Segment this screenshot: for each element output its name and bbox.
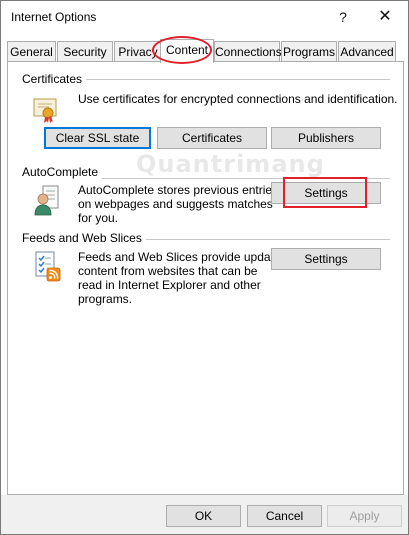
tab-content[interactable]: Content [160,39,214,63]
autocomplete-heading: AutoComplete [22,165,103,179]
tab-advanced[interactable]: Advanced [338,41,396,61]
feeds-settings-button[interactable]: Settings [271,248,381,270]
content-panel: Certificates Use certificates for encryp… [7,61,404,495]
help-button[interactable]: ? [323,1,363,33]
feeds-divider [134,239,390,240]
close-button[interactable]: ✕ [365,1,405,33]
watermark: Quantrimang [136,150,325,178]
certificates-heading: Certificates [22,72,87,86]
tab-general[interactable]: General [7,41,56,61]
certificates-divider [82,79,390,80]
dialog-footer: OK Cancel Apply [1,495,408,534]
autocomplete-description-line2: on webpages and suggests matches [78,197,273,211]
tab-connections[interactable]: Connections [214,41,282,61]
feeds-heading: Feeds and Web Slices [22,231,146,245]
certificates-description: Use certificates for encrypted connectio… [78,92,398,106]
tab-strip: General Security Privacy Content Connect… [7,39,403,63]
apply-button[interactable]: Apply [327,505,402,527]
feeds-description-line1: Feeds and Web Slices provide updated [78,250,288,264]
autocomplete-description-line1: AutoComplete stores previous entries [78,183,279,197]
certificate-icon [33,98,57,123]
feeds-description-line2: content from websites that can be [78,264,258,278]
internet-options-dialog: Internet Options ? ✕ General Security Pr… [0,0,409,535]
clear-ssl-state-button[interactable]: Clear SSL state [44,127,151,149]
cancel-button[interactable]: Cancel [247,505,322,527]
autocomplete-description-line3: for you. [78,211,119,225]
rss-feed-icon [35,251,61,282]
feeds-description-line4: programs. [78,292,133,306]
user-form-icon [34,185,59,216]
publishers-button[interactable]: Publishers [271,127,381,149]
ok-button[interactable]: OK [166,505,241,527]
title-bar: Internet Options ? ✕ [1,1,408,33]
tab-programs[interactable]: Programs [281,41,337,61]
certificates-button[interactable]: Certificates [157,127,267,149]
autocomplete-divider [102,178,390,179]
tab-security[interactable]: Security [57,41,113,61]
feeds-description-line3: read in Internet Explorer and other [78,278,261,292]
tab-privacy[interactable]: Privacy [114,41,162,61]
autocomplete-settings-button[interactable]: Settings [271,182,381,204]
window-title: Internet Options [11,10,97,24]
